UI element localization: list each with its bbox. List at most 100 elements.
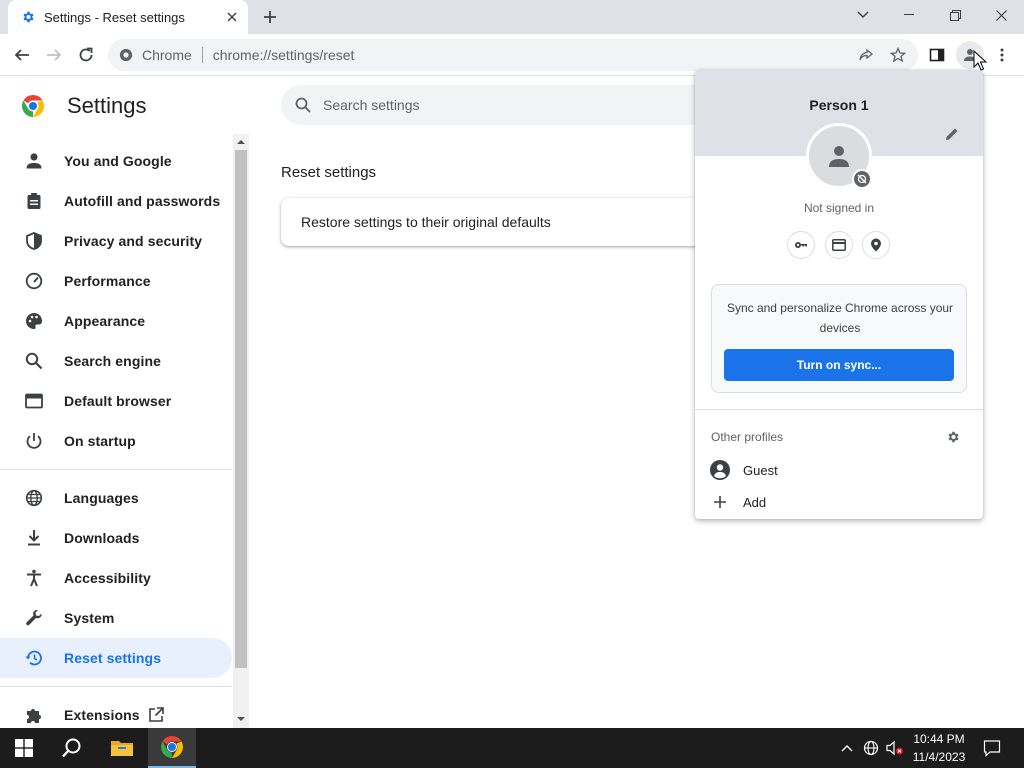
windows-start-icon[interactable] — [0, 728, 48, 768]
mouse-cursor-icon — [973, 50, 987, 71]
sidebar-item-label: Search engine — [64, 353, 162, 369]
sidebar-item-label: Downloads — [64, 530, 140, 546]
sidebar-item-label: System — [64, 610, 115, 626]
sidebar-item-performance[interactable]: Performance — [0, 261, 232, 301]
sidebar-item-appearance[interactable]: Appearance — [0, 301, 232, 341]
turn-on-sync-button[interactable]: Turn on sync... — [724, 349, 954, 381]
history-icon — [23, 647, 45, 669]
forward-button[interactable] — [40, 41, 68, 69]
sidebar-item-label: Languages — [64, 490, 139, 506]
site-label: Chrome — [142, 47, 192, 63]
side-panel-icon[interactable] — [923, 41, 951, 69]
guest-profile-item[interactable]: Guest — [695, 456, 983, 484]
external-link-icon — [148, 707, 164, 723]
sidebar-item-autofill[interactable]: Autofill and passwords — [0, 181, 232, 221]
add-label: Add — [743, 494, 767, 510]
sidebar-item-label: Autofill and passwords — [64, 193, 221, 209]
gear-icon — [20, 9, 36, 25]
sidebar-item-label: You and Google — [64, 153, 172, 169]
notifications-icon[interactable] — [982, 738, 1002, 758]
download-icon — [23, 527, 45, 549]
shield-icon — [23, 230, 45, 252]
wrench-icon — [23, 607, 45, 629]
sidebar-item-reset-settings[interactable]: Reset settings — [0, 638, 232, 678]
chrome-taskbar-icon[interactable] — [148, 728, 196, 768]
speedometer-icon — [23, 270, 45, 292]
minimize-button[interactable] — [886, 0, 932, 30]
accessibility-icon — [23, 567, 45, 589]
tab-search-button[interactable] — [840, 0, 886, 30]
puzzle-icon — [23, 704, 45, 726]
settings-sidebar: You and Google Autofill and passwords Pr… — [0, 138, 232, 728]
sync-promo: Sync and personalize Chrome across your … — [711, 284, 967, 393]
sidebar-scrollbar[interactable] — [233, 134, 249, 728]
profile-menu: Person 1 Not signed in Sync and personal… — [695, 70, 983, 519]
location-pin-icon[interactable] — [862, 231, 890, 259]
search-icon — [295, 97, 311, 113]
sidebar-item-on-startup[interactable]: On startup — [0, 421, 232, 461]
sidebar-item-search-engine[interactable]: Search engine — [0, 341, 232, 381]
sidebar-item-downloads[interactable]: Downloads — [0, 518, 232, 558]
search-icon[interactable] — [48, 728, 96, 768]
profile-name: Person 1 — [809, 97, 869, 113]
person-icon — [23, 150, 45, 172]
page-title: Settings — [67, 93, 147, 118]
volume-muted-icon[interactable] — [885, 738, 905, 758]
new-tab-button[interactable] — [258, 6, 282, 28]
url-text: chrome://settings/reset — [212, 47, 355, 63]
edit-pencil-icon[interactable] — [943, 125, 961, 143]
address-bar[interactable]: Chrome chrome://settings/reset — [108, 39, 918, 71]
divider — [201, 47, 203, 63]
scroll-up-icon[interactable] — [237, 139, 245, 145]
profile-divider — [695, 409, 983, 410]
reload-button[interactable] — [72, 41, 100, 69]
sidebar-item-you-and-google[interactable]: You and Google — [0, 141, 232, 181]
sync-off-icon — [852, 169, 872, 189]
manage-profiles-gear-icon[interactable] — [944, 428, 962, 446]
guest-avatar-icon — [709, 459, 731, 481]
sidebar-item-languages[interactable]: Languages — [0, 478, 232, 518]
back-button[interactable] — [8, 41, 36, 69]
sidebar-item-system[interactable]: System — [0, 598, 232, 638]
close-tab-icon[interactable] — [222, 7, 242, 27]
more-menu-icon[interactable] — [988, 41, 1016, 69]
plus-icon — [709, 491, 731, 513]
search-input[interactable]: Search settings — [281, 85, 711, 125]
sidebar-item-label: Extensions — [64, 707, 140, 723]
file-explorer-icon[interactable] — [98, 728, 146, 768]
scroll-down-icon[interactable] — [237, 716, 245, 722]
sidebar-item-privacy[interactable]: Privacy and security — [0, 221, 232, 261]
restore-defaults-label: Restore settings to their original defau… — [301, 214, 551, 230]
tab-settings[interactable]: Settings - Reset settings — [8, 0, 248, 34]
scrollbar-thumb[interactable] — [235, 150, 247, 668]
share-icon[interactable] — [852, 41, 880, 69]
add-profile-item[interactable]: Add — [695, 488, 983, 516]
globe-icon — [23, 487, 45, 509]
sidebar-item-label: On startup — [64, 433, 136, 449]
clock-date: 11/4/2023 — [912, 750, 966, 764]
chrome-logo-icon — [21, 94, 45, 118]
tab-title: Settings - Reset settings — [44, 9, 185, 25]
sidebar-item-default-browser[interactable]: Default browser — [0, 381, 232, 421]
taskbar: 10:44 PM 11/4/2023 — [0, 728, 1024, 768]
payment-card-icon[interactable] — [825, 231, 853, 259]
restore-button[interactable] — [932, 0, 978, 30]
close-window-button[interactable] — [978, 0, 1024, 30]
chevron-up-icon[interactable] — [837, 738, 857, 758]
restore-defaults-row[interactable]: Restore settings to their original defau… — [281, 198, 711, 246]
sidebar-item-accessibility[interactable]: Accessibility — [0, 558, 232, 598]
power-icon — [23, 430, 45, 452]
guest-label: Guest — [743, 462, 778, 478]
sidebar-item-label: Default browser — [64, 393, 172, 409]
sidebar-item-label: Performance — [64, 273, 151, 289]
clipboard-icon — [23, 190, 45, 212]
passwords-key-icon[interactable] — [787, 231, 815, 259]
section-title: Reset settings — [281, 164, 377, 181]
other-profiles-heading: Other profiles — [711, 430, 784, 444]
clock-time: 10:44 PM — [913, 732, 965, 746]
bookmark-star-icon[interactable] — [884, 41, 912, 69]
system-clock[interactable]: 10:44 PM 11/4/2023 — [906, 730, 972, 766]
network-globe-icon[interactable] — [861, 738, 881, 758]
sidebar-item-label: Privacy and security — [64, 233, 203, 249]
sync-message: Sync and personalize Chrome across your … — [726, 301, 954, 335]
